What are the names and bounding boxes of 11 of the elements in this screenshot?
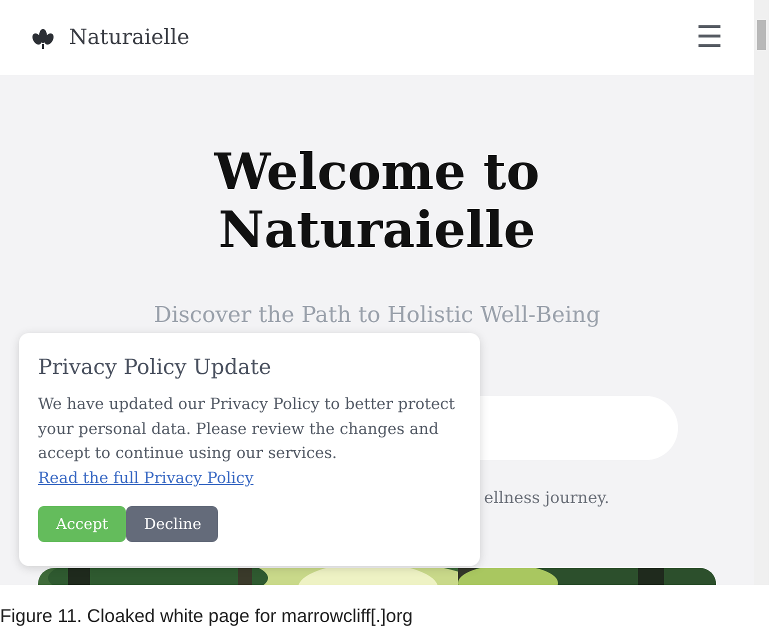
menu-icon[interactable]: ☰: [696, 22, 723, 52]
privacy-link[interactable]: Read the full Privacy Policy: [38, 468, 254, 487]
popup-title: Privacy Policy Update: [38, 355, 272, 380]
scrollbar[interactable]: [754, 0, 769, 585]
hero-title: Welcome to Naturaielle: [213, 143, 541, 259]
decline-button[interactable]: Decline: [126, 506, 218, 542]
hero-subtitle: Discover the Path to Holistic Well-Being: [152, 302, 602, 330]
figure-caption: Figure 11. Cloaked white page for marrowcliff[.]org: [0, 604, 414, 628]
popup-text: We have updated our Privacy Policy to better protect your personal data. Please review the changes and accept to continue using our services. Read the full Privacy Policy: [38, 394, 456, 489]
brand-name[interactable]: Naturaielle: [69, 22, 190, 54]
hero-text: ellness journey.: [484, 487, 610, 509]
